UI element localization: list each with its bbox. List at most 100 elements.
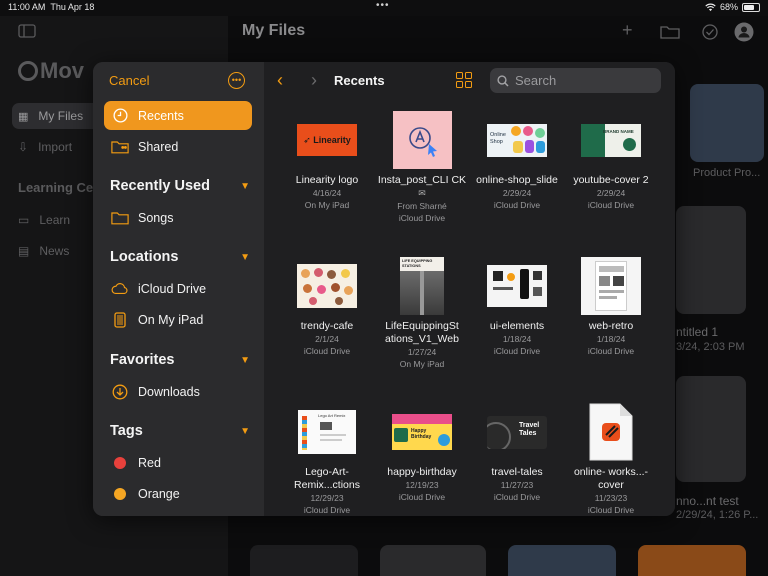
sidebar-item-songs[interactable]: Songs bbox=[104, 203, 252, 232]
checkmark-circle-icon[interactable] bbox=[702, 24, 718, 40]
location-title: Recents bbox=[334, 73, 385, 88]
file-item-lego-art-remix[interactable]: Lego Art Remix Lego-Art- Remix...ctions … bbox=[281, 403, 373, 516]
file-item-youtube-cover-2[interactable]: BRAND NAME youtube-cover 2 2/29/24 iClou… bbox=[565, 111, 657, 211]
file-date: 11/27/23 bbox=[500, 480, 534, 490]
sidebar-item-icloud-drive[interactable]: iCloud Drive bbox=[104, 274, 252, 303]
status-time: 11:00 AM Thu Apr 18 bbox=[8, 2, 95, 12]
file-thumbnail bbox=[297, 257, 357, 315]
file-thumbnail: Online Shop bbox=[487, 111, 547, 169]
file-date: 12/19/23 bbox=[405, 480, 439, 490]
multitasking-dots-icon[interactable]: ••• bbox=[376, 0, 390, 11]
chevron-down-icon[interactable]: ▼ bbox=[240, 181, 250, 192]
search-input[interactable] bbox=[515, 73, 645, 88]
file-date: 11/23/23 bbox=[594, 493, 628, 503]
file-date: 1/27/24 bbox=[407, 347, 437, 357]
online-shop-thumbnail: Online Shop bbox=[487, 123, 547, 157]
file-item-lifeequippingstations[interactable]: LIFE EQUIPPING STATIONS LifeEquippingSt … bbox=[376, 257, 468, 370]
sidebar-item-tag-red[interactable]: Red bbox=[104, 448, 252, 477]
background-card-label: 3/24, 2:03 PM bbox=[676, 341, 745, 353]
file-thumbnail bbox=[487, 257, 547, 315]
file-location: iCloud Drive bbox=[493, 346, 541, 356]
file-item-online-workshop-cover[interactable]: online- works...-cover 11/23/23 iCloud D… bbox=[565, 403, 657, 516]
background-app-logo: Mov bbox=[18, 58, 84, 84]
file-location: iCloud Drive bbox=[587, 505, 635, 515]
clock-icon bbox=[112, 108, 128, 123]
red-tag-dot-icon bbox=[114, 456, 126, 469]
file-name: online- works...-cover bbox=[573, 466, 649, 491]
profile-icon[interactable] bbox=[734, 22, 754, 42]
sidebar-item-tag-orange[interactable]: Orange bbox=[104, 479, 252, 508]
file-item-trendy-cafe[interactable]: trendy-cafe 2/1/24 iCloud Drive bbox=[281, 257, 373, 357]
chevron-down-icon[interactable]: ▼ bbox=[240, 426, 250, 437]
background-card bbox=[690, 84, 764, 162]
file-thumbnail bbox=[581, 257, 641, 315]
file-name: youtube-cover 2 bbox=[573, 174, 649, 186]
life-equipping-title: LIFE EQUIPPING STATIONS bbox=[400, 257, 444, 271]
sidebar-toggle-icon[interactable] bbox=[18, 24, 36, 38]
picker-content: ‹ › Recents ➶ Linearity Linearity logo 4… bbox=[264, 62, 675, 516]
chevron-down-icon[interactable]: ▼ bbox=[240, 355, 250, 366]
background-card bbox=[676, 376, 746, 482]
ui-elements-thumbnail bbox=[487, 265, 547, 307]
file-item-linearity-logo[interactable]: ➶ Linearity Linearity logo 4/16/24 On My… bbox=[281, 111, 373, 211]
linearity-logo-thumbnail: ➶ Linearity bbox=[297, 124, 357, 156]
picker-sidebar: Cancel ••• Recents Shared Recently Used ▼… bbox=[93, 62, 264, 516]
file-location: iCloud Drive bbox=[303, 346, 351, 356]
sidebar-item-shared[interactable]: Shared bbox=[104, 132, 252, 161]
file-item-online-shop-slide[interactable]: Online Shop online-shop_slide 2/29/24 iC… bbox=[471, 111, 563, 211]
file-date: 2/29/24 bbox=[502, 188, 532, 198]
background-sidebar-item-my-files: ▦ My Files bbox=[12, 103, 102, 129]
cloud-icon bbox=[111, 283, 128, 295]
file-date: 2/29/24 bbox=[596, 188, 626, 198]
forward-chevron-icon[interactable]: › bbox=[311, 70, 317, 91]
search-field[interactable] bbox=[490, 68, 661, 93]
new-folder-icon[interactable] bbox=[660, 24, 680, 39]
file-date: From Sharné bbox=[397, 201, 447, 211]
file-location: iCloud Drive bbox=[587, 200, 635, 210]
file-location: On My iPad bbox=[304, 200, 350, 210]
section-header-recently-used: Recently Used ▼ bbox=[110, 178, 250, 194]
trendy-cafe-thumbnail bbox=[297, 264, 357, 308]
battery-icon bbox=[742, 2, 760, 12]
background-sidebar-item-import: ⇩ Import bbox=[18, 140, 73, 154]
file-name: happy-birthday bbox=[387, 466, 457, 478]
railway-photo-thumbnail bbox=[400, 271, 444, 315]
sidebar-item-label: Red bbox=[138, 455, 161, 470]
sidebar-item-on-my-ipad[interactable]: On My iPad bbox=[104, 305, 252, 334]
file-name: Lego-Art- Remix...ctions bbox=[294, 466, 360, 491]
plus-icon[interactable]: + bbox=[622, 20, 633, 41]
web-retro-thumbnail bbox=[595, 261, 627, 311]
wifi-icon bbox=[705, 3, 716, 11]
file-item-web-retro[interactable]: web-retro 1/18/24 iCloud Drive bbox=[565, 257, 657, 357]
file-location: iCloud Drive bbox=[587, 346, 635, 356]
orange-tag-dot-icon bbox=[114, 487, 126, 500]
file-item-insta-post-click[interactable]: Insta_post_CLI CK ✉ From Sharné iCloud D… bbox=[376, 111, 468, 224]
background-card bbox=[380, 545, 486, 576]
background-card bbox=[638, 545, 746, 576]
happy-birthday-thumbnail: Happy Birthday bbox=[392, 414, 452, 450]
sidebar-item-label: Downloads bbox=[138, 384, 200, 399]
chevron-down-icon[interactable]: ▼ bbox=[240, 252, 250, 263]
back-chevron-icon[interactable]: ‹ bbox=[277, 70, 283, 91]
grid-view-icon[interactable] bbox=[456, 72, 472, 88]
file-item-happy-birthday[interactable]: Happy Birthday happy-birthday 12/19/23 i… bbox=[376, 403, 468, 503]
more-options-icon[interactable]: ••• bbox=[228, 72, 245, 89]
file-thumbnail: LIFE EQUIPPING STATIONS bbox=[400, 257, 444, 315]
sidebar-item-recents[interactable]: Recents bbox=[104, 101, 252, 130]
screen: 11:00 AM Thu Apr 18 ••• 68% My Files + M… bbox=[0, 0, 768, 576]
file-date: 12/29/23 bbox=[310, 493, 344, 503]
ipad-icon bbox=[114, 311, 126, 328]
shared-envelope-icon: ✉ bbox=[418, 188, 426, 198]
file-item-travel-tales[interactable]: Travel Tales travel-tales 11/27/23 iClou… bbox=[471, 403, 563, 503]
file-item-ui-elements[interactable]: ui-elements 1/18/24 iCloud Drive bbox=[471, 257, 563, 357]
background-section-learning: Learning Ce bbox=[18, 180, 94, 195]
file-location: iCloud Drive bbox=[398, 213, 446, 223]
file-thumbnail: ➶ Linearity bbox=[297, 111, 357, 169]
file-name: trendy-cafe bbox=[300, 320, 354, 332]
background-card-label: Product Pro... bbox=[693, 167, 761, 179]
file-location: iCloud Drive bbox=[398, 492, 446, 502]
file-thumbnail bbox=[392, 111, 452, 169]
cancel-button[interactable]: Cancel bbox=[109, 73, 149, 88]
file-location: iCloud Drive bbox=[493, 200, 541, 210]
sidebar-item-downloads[interactable]: Downloads bbox=[104, 377, 252, 406]
